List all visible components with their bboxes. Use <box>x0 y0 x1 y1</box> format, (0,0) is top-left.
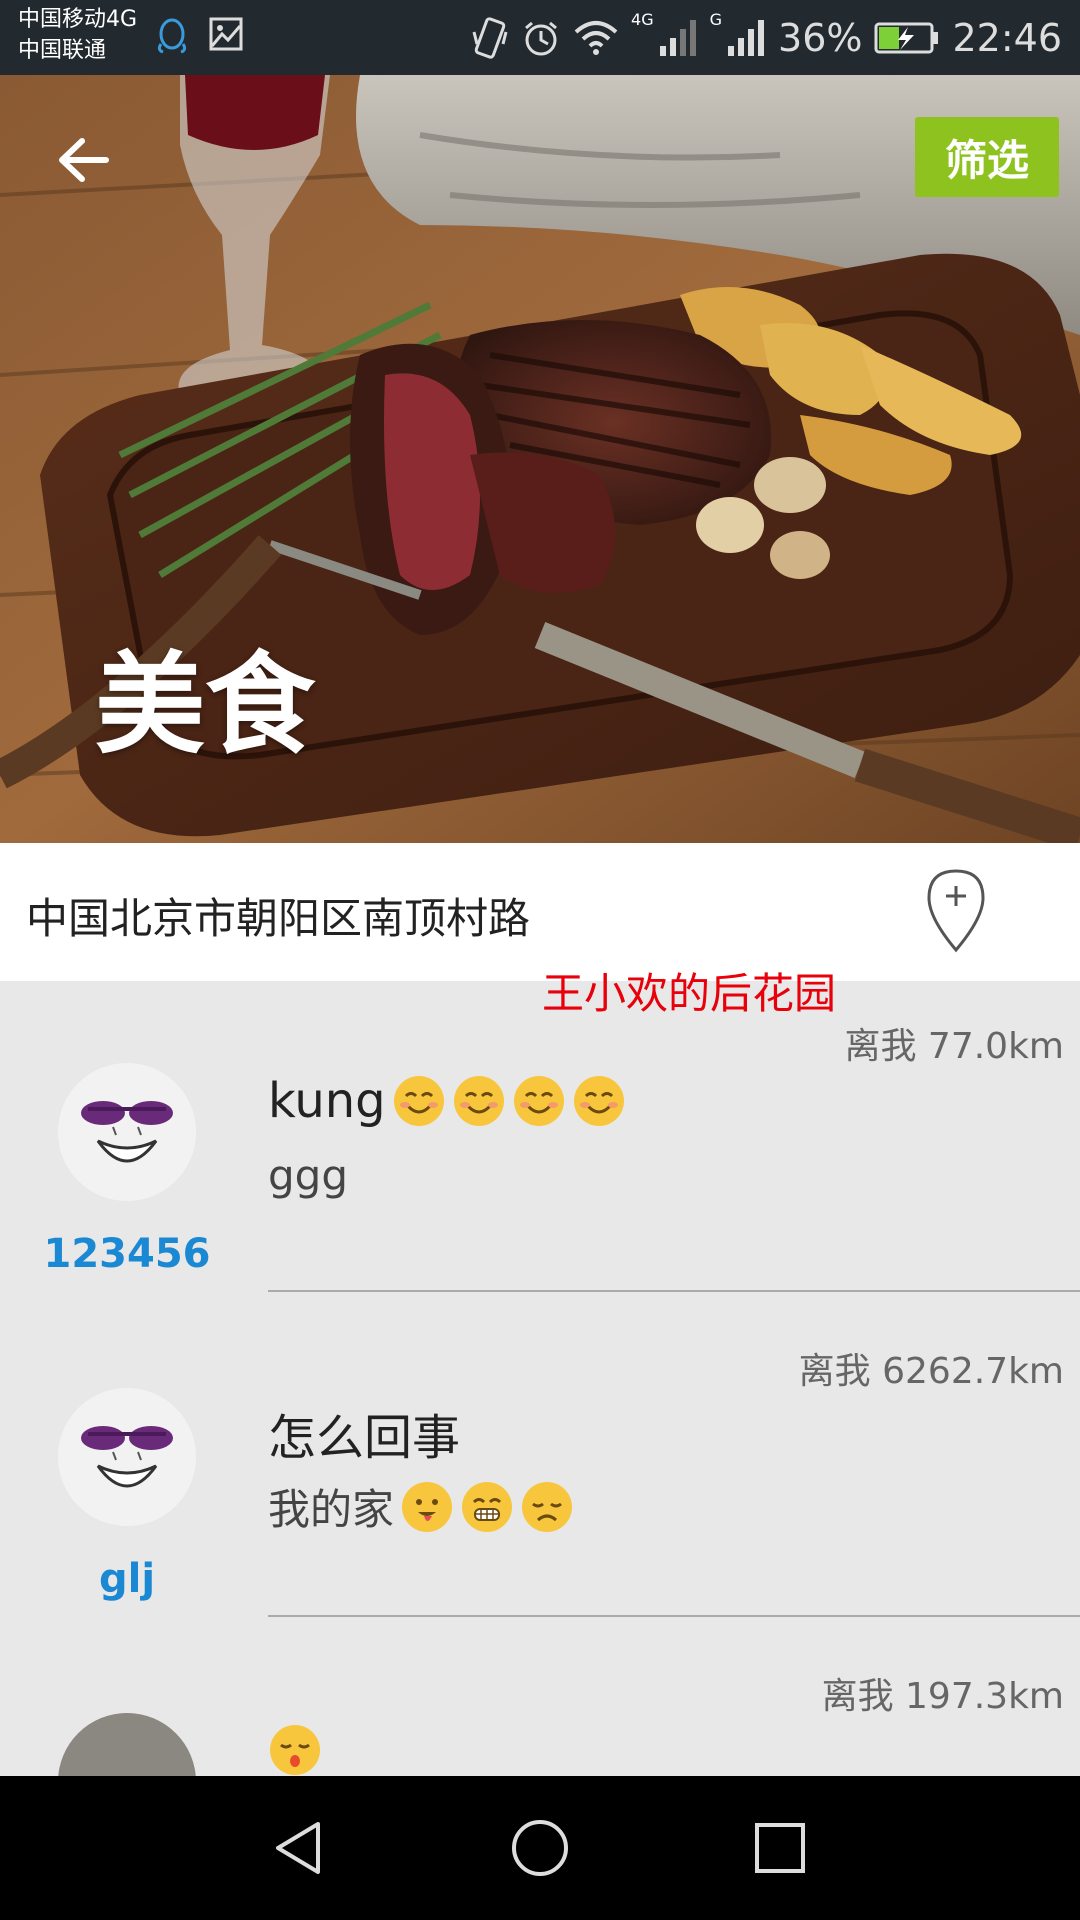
clock: 22:46 <box>952 15 1062 60</box>
post-title-text: 怎么回事 <box>268 1410 461 1466</box>
smiling-face-emoji-icon <box>573 1076 624 1126</box>
signal-icon-1 <box>659 19 696 56</box>
hero-banner: 筛选 美食 <box>0 75 1080 843</box>
avatar[interactable] <box>58 1388 196 1526</box>
feed-item[interactable]: 离我 197.3km <box>0 1631 1080 1776</box>
avatar[interactable] <box>58 1063 196 1201</box>
distance-label: 离我 6262.7km <box>798 1351 1064 1392</box>
back-arrow-icon[interactable] <box>50 125 120 195</box>
carrier-2: 中国联通 <box>18 38 107 63</box>
smiling-face-emoji-icon <box>513 1076 564 1126</box>
alarm-icon <box>525 21 557 55</box>
feed-list: 离我 77.0km 123456 kung ggg 离我 6262.7km gl… <box>0 981 1080 1776</box>
image-icon <box>209 17 243 51</box>
network-label-2: G <box>709 10 723 29</box>
recents-square-icon[interactable] <box>748 1816 812 1880</box>
post-title: kung <box>268 1073 626 1129</box>
post-title <box>268 1723 322 1776</box>
divider <box>268 1615 1080 1617</box>
signal-icon-2 <box>728 19 765 56</box>
back-triangle-icon[interactable] <box>268 1816 332 1880</box>
category-title: 美食 <box>95 641 315 769</box>
divider <box>268 1290 1080 1292</box>
feed-item[interactable]: 离我 6262.7km glj 怎么回事 我的家 <box>0 1306 1080 1631</box>
qq-icon <box>157 18 187 54</box>
avatar-image <box>58 1713 196 1776</box>
location-address[interactable]: 中国北京市朝阳区南顶村路 <box>26 885 530 946</box>
username[interactable]: glj <box>0 1556 254 1602</box>
post-title-text: kung <box>268 1073 386 1129</box>
kissing-face-emoji-icon <box>270 1725 320 1775</box>
feed-item[interactable]: 离我 77.0km 123456 kung ggg <box>0 981 1080 1306</box>
grinning-face-emoji-icon <box>462 1481 513 1532</box>
username[interactable]: 123456 <box>0 1231 254 1277</box>
post-body: 我的家 <box>268 1476 574 1537</box>
navigation-bar <box>0 1776 1080 1920</box>
status-right: 4G G 36% 22:46 <box>471 0 1062 75</box>
filter-button[interactable]: 筛选 <box>915 117 1059 197</box>
smiling-face-emoji-icon <box>393 1076 444 1126</box>
screen: 中国移动4G 中国联通 4G G 36% 22:46 筛选 美食 中国北京市朝阳… <box>0 0 1080 1920</box>
distance-label: 离我 77.0km <box>844 1026 1064 1067</box>
location-bar: 中国北京市朝阳区南顶村路 <box>0 843 1080 981</box>
distance-label: 离我 197.3km <box>821 1676 1064 1717</box>
sad-face-emoji-icon <box>522 1481 573 1532</box>
battery-charging-icon <box>874 22 939 53</box>
avatar[interactable] <box>58 1713 196 1776</box>
network-label-1: 4G <box>631 10 654 29</box>
carrier-1: 中国移动4G <box>18 7 138 32</box>
avatar-face-image <box>58 1388 196 1526</box>
smiling-face-emoji-icon <box>453 1076 504 1126</box>
post-body-text: 我的家 <box>268 1485 395 1534</box>
battery-percent: 36% <box>778 15 863 60</box>
carrier-info: 中国移动4G 中国联通 <box>18 4 137 66</box>
status-bar: 中国移动4G 中国联通 4G G 36% 22:46 <box>0 0 1080 75</box>
tongue-face-emoji-icon <box>402 1481 453 1532</box>
vibrate-icon <box>472 16 508 59</box>
wifi-icon <box>574 20 618 55</box>
post-body: ggg <box>268 1151 348 1200</box>
map-pin-plus-icon[interactable] <box>925 868 987 954</box>
avatar-face-image <box>58 1063 196 1201</box>
home-circle-icon[interactable] <box>508 1816 572 1880</box>
post-title: 怎么回事 <box>268 1398 460 1468</box>
